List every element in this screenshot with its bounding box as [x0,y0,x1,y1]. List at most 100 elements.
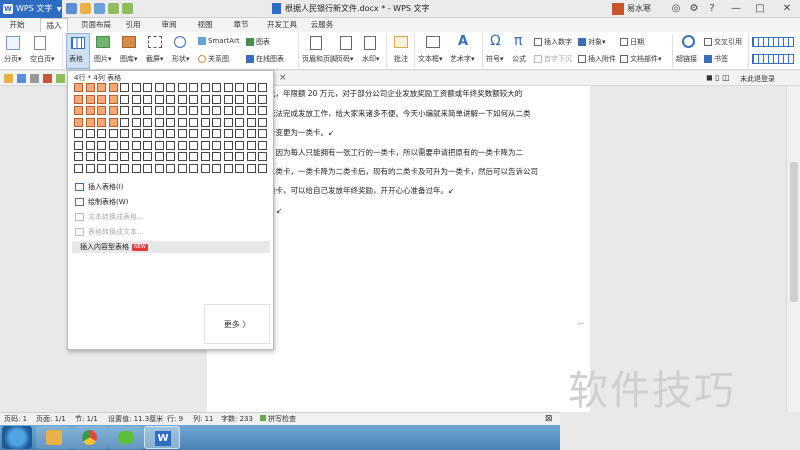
attachment-button[interactable]: 插入附件 [578,54,616,64]
table-grid-cell[interactable] [97,117,106,127]
table-grid-cell[interactable] [108,129,118,138]
date-button[interactable]: 日期 [620,37,644,47]
grid-icon-2[interactable] [752,54,794,64]
table-grid-cell[interactable] [189,117,198,127]
table-grid-cell[interactable] [120,94,129,104]
table-grid-cell[interactable] [108,163,118,173]
spell-check[interactable]: 拼写检查 [260,413,296,425]
table-grid-cell[interactable] [74,152,83,161]
taskbar-app-1[interactable] [36,426,72,449]
table-grid-cell[interactable] [246,129,256,138]
table-grid-cell[interactable] [235,117,244,127]
table-grid-cell[interactable] [258,129,267,138]
table-grid-cell[interactable] [258,163,267,173]
table-grid-cell[interactable] [74,117,83,127]
table-grid-cell[interactable] [212,163,221,173]
blank-page-icon[interactable] [34,36,46,50]
table-grid-cell[interactable] [177,83,187,92]
table-grid-cell[interactable] [200,129,210,138]
table-grid-cell[interactable] [200,106,210,115]
pdf-icon[interactable] [43,74,52,83]
table-grid-cell[interactable] [143,152,152,161]
table-grid-cell[interactable] [108,152,118,161]
table-grid-cell[interactable] [154,163,164,173]
tab-chapter[interactable]: 章节 [228,18,254,32]
tab-start[interactable]: 开始 [4,18,30,32]
grid-icon[interactable] [752,37,794,47]
table-grid-cell[interactable] [223,94,233,104]
table-grid-cell[interactable] [97,152,106,161]
table-grid-cell[interactable] [166,83,175,92]
table-grid-cell[interactable] [85,129,95,138]
table-grid-cell[interactable] [143,106,152,115]
table-grid-cell[interactable] [143,163,152,173]
table-grid-cell[interactable] [177,129,187,138]
table-grid-cell[interactable] [166,117,175,127]
table-grid-cell[interactable] [258,152,267,161]
table-button[interactable]: 表格 [66,33,90,69]
undo-small-icon[interactable] [56,74,65,83]
table-grid-cell[interactable] [189,94,198,104]
minimize-button[interactable]: — [726,0,746,18]
table-grid-cell[interactable] [223,152,233,161]
table-grid-cell[interactable] [200,117,210,127]
table-grid-cell[interactable] [166,106,175,115]
table-grid-cell[interactable] [212,129,221,138]
insert-number-button[interactable]: 插入数字 [534,37,572,47]
table-grid-cell[interactable] [131,83,141,92]
table-grid-cell[interactable] [258,117,267,127]
table-grid-cell[interactable] [223,83,233,92]
table-grid-cell[interactable] [131,140,141,150]
table-grid-cell[interactable] [143,129,152,138]
skin-icon[interactable]: ◎ [666,0,686,18]
page-number-button[interactable]: 页码▾ [336,54,354,64]
table-grid-cell[interactable] [120,129,129,138]
table-grid-cell[interactable] [74,140,83,150]
table-grid-cell[interactable] [85,163,95,173]
table-grid-cell[interactable] [223,117,233,127]
tab-page-layout[interactable]: 页面布局 [76,18,116,32]
table-grid-cell[interactable] [143,83,152,92]
watermark-icon[interactable] [364,36,376,50]
bookmark-button[interactable]: 书签 [704,54,728,64]
screenshot-button[interactable]: 截屏▾ [146,54,164,64]
more-button[interactable]: 更多 〉 [204,304,270,344]
table-grid-cell[interactable] [189,83,198,92]
table-grid-cell[interactable] [235,83,244,92]
table-grid-cell[interactable] [120,140,129,150]
table-grid-cell[interactable] [97,106,106,115]
table-grid-cell[interactable] [154,129,164,138]
table-grid-cell[interactable] [166,94,175,104]
table-grid-cell[interactable] [189,140,198,150]
table-grid-cell[interactable] [177,94,187,104]
table-grid-cell[interactable] [200,163,210,173]
table-grid-cell[interactable] [246,140,256,150]
tab-review[interactable]: 审阅 [156,18,182,32]
picture-icon[interactable] [96,36,110,48]
table-grid-cell[interactable] [108,83,118,92]
table-grid-cell[interactable] [258,106,267,115]
table-grid-cell[interactable] [85,152,95,161]
table-grid-cell[interactable] [212,140,221,150]
vertical-scrollbar[interactable] [786,86,800,412]
textbox-icon[interactable] [426,36,440,48]
shapes-button[interactable]: 形状▾ [172,54,190,64]
comment-icon[interactable] [394,36,408,48]
tab-developer[interactable]: 开发工具 [262,18,302,32]
table-grid-cell[interactable] [97,94,106,104]
table-grid-cell[interactable] [154,94,164,104]
gallery-icon[interactable] [122,36,136,48]
table-grid-cell[interactable] [131,117,141,127]
table-grid-cell[interactable] [85,140,95,150]
table-grid-cell[interactable] [200,94,210,104]
table-grid-cell[interactable] [108,106,118,115]
close-button[interactable]: ✕ [774,0,800,18]
table-grid-cell[interactable] [85,94,95,104]
scrollbar-thumb[interactable] [790,162,798,302]
object-button[interactable]: 对象▾ [578,37,606,47]
blank-page-button[interactable]: 空白页▾ [30,54,55,64]
table-grid-cell[interactable] [246,152,256,161]
table-grid-cell[interactable] [246,117,256,127]
smartart-button[interactable]: SmartArt [198,37,240,45]
table-grid-cell[interactable] [189,163,198,173]
